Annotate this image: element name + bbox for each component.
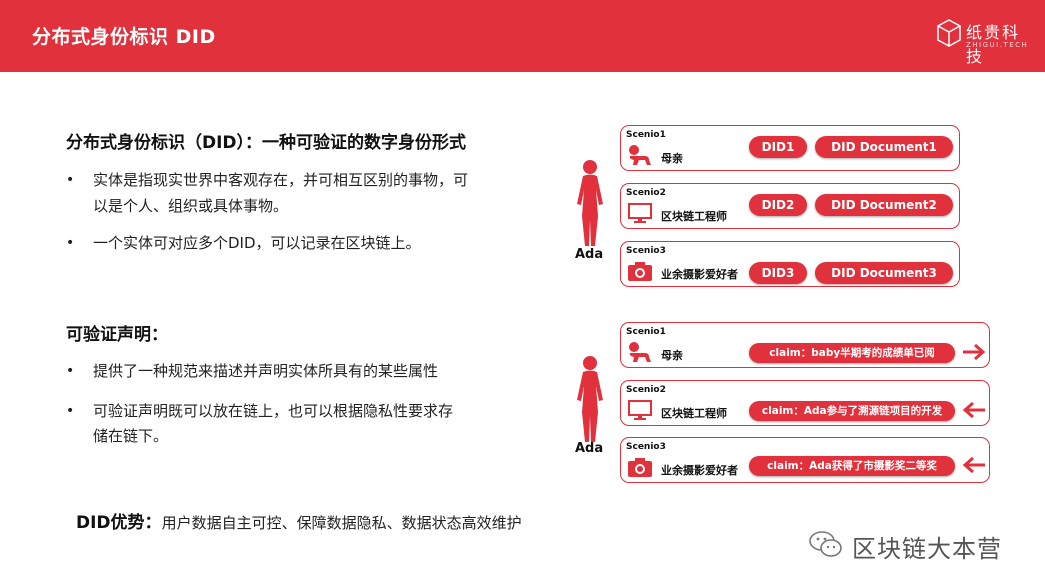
section-did-bullet-1a: 实体是指现实世界中客观存在，并可相互区别的事物，可: [93, 171, 469, 189]
scene-role: 母亲: [661, 152, 683, 165]
bullet-dot: •: [66, 363, 75, 379]
arrow-left-icon: [962, 401, 985, 419]
scene-role: 区块链工程师: [661, 407, 727, 420]
claim-scene-1: Scenio1 母亲 claim：baby半期考的成绩单已阅: [620, 322, 990, 368]
did-scene-1: Scenio1 母亲 DID1 DID Document1: [620, 125, 960, 171]
did-scene-3: Scenio3 业余摄影爱好者 DID3 DID Document3: [620, 241, 960, 287]
person-icon: [577, 356, 603, 442]
did-document-pill: DID Document2: [815, 194, 953, 216]
scene-label: Scenio2: [626, 188, 666, 198]
advantage-label: DID优势：: [76, 513, 162, 533]
baby-icon: [629, 342, 651, 362]
arrow-right-icon: [963, 343, 986, 361]
section-vc-bullet-1: 提供了一种规范来描述并声明实体所具有的某些属性: [93, 362, 439, 380]
scene-role: 业余摄影爱好者: [661, 268, 738, 281]
scene-label: Scenio3: [626, 246, 666, 256]
claim-pill: claim：Ada参与了溯源链项目的开发: [749, 401, 955, 421]
did-document-pill: DID Document1: [815, 136, 953, 158]
did-document-pill: DID Document3: [815, 262, 953, 284]
section-did-title: 分布式身份标识（DID）：一种可验证的数字身份形式: [66, 133, 467, 153]
person-name: Ada: [575, 441, 604, 456]
scene-role: 母亲: [661, 349, 683, 362]
page-title: 分布式身份标识 DID: [32, 26, 216, 48]
claim-pill: claim：baby半期考的成绩单已阅: [749, 343, 955, 363]
did-advantage: DID优势：用户数据自主可控、保障数据隐私、数据状态高效维护: [76, 508, 522, 533]
did-pill: DID1: [749, 136, 807, 158]
did-scene-2: Scenio2 区块链工程师 DID2 DID Document2: [620, 183, 960, 229]
section-vc-bullet-2a: 可验证声明既可以放在链上，也可以根据隐私性要求存: [93, 402, 454, 420]
header-bar: 分布式身份标识 DID 纸贵科技 ZHIGUI.TECH: [0, 0, 1045, 72]
person-icon: [577, 160, 603, 246]
bullet-dot: •: [66, 403, 75, 419]
monitor-icon: [628, 203, 652, 223]
monitor-icon: [628, 400, 652, 420]
scene-label: Scenio1: [626, 130, 666, 140]
person-name: Ada: [575, 247, 604, 262]
watermark: 区块链大本营: [808, 527, 1028, 563]
scene-label: Scenio2: [626, 385, 666, 395]
scene-label: Scenio3: [626, 442, 666, 452]
camera-icon: [628, 262, 652, 281]
arrow-left-icon: [962, 456, 985, 474]
baby-icon: [629, 145, 651, 165]
section-vc-title: 可验证声明：: [66, 325, 168, 345]
section-did-bullet-1b: 以是个人、组织或具体事物。: [93, 197, 289, 215]
scene-role: 区块链工程师: [661, 210, 727, 223]
camera-icon: [628, 458, 652, 477]
logo-mark-icon: [937, 19, 961, 47]
section-vc-bullet-2b: 储在链下。: [93, 427, 169, 445]
logo-subtext: ZHIGUI.TECH: [966, 41, 1029, 49]
did-pill: DID2: [749, 194, 807, 216]
section-did-bullet-2: 一个实体可对应多个DID，可以记录在区块链上。: [93, 234, 421, 252]
scene-role: 业余摄影爱好者: [661, 464, 738, 477]
claim-pill: claim：Ada获得了市摄影奖二等奖: [749, 456, 955, 476]
bullet-dot: •: [66, 172, 75, 188]
did-pill: DID3: [749, 262, 807, 284]
claim-scene-3: Scenio3 业余摄影爱好者 claim：Ada获得了市摄影奖二等奖: [620, 437, 990, 483]
claim-scene-2: Scenio2 区块链工程师 claim：Ada参与了溯源链项目的开发: [620, 380, 990, 426]
bullet-dot: •: [66, 235, 75, 251]
wechat-icon: [809, 531, 842, 557]
company-logo: 纸贵科技 ZHIGUI.TECH: [936, 14, 1036, 66]
watermark-text: 区块链大本营: [852, 535, 1002, 563]
scene-label: Scenio1: [626, 327, 666, 337]
advantage-text: 用户数据自主可控、保障数据隐私、数据状态高效维护: [161, 514, 522, 532]
